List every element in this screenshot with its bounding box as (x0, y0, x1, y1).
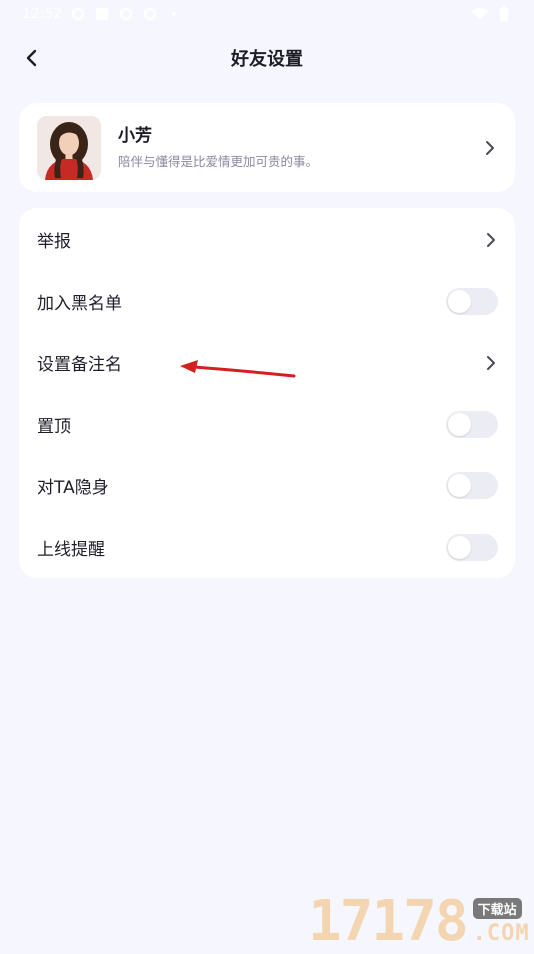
pin-top-label: 置顶 (37, 416, 71, 437)
invisible-toggle[interactable] (446, 472, 498, 500)
settings-list: 举报 加入黑名单 设置备注名 置顶 对TA隐身 上线提醒 (19, 208, 515, 578)
page-title: 好友设置 (231, 49, 303, 70)
pin-top-row: 置顶 (19, 394, 515, 456)
report-row[interactable]: 举报 (19, 209, 515, 271)
watermark-side: 下载站 .COM (472, 898, 530, 946)
back-button[interactable] (18, 44, 46, 72)
app-status-icon (94, 6, 110, 22)
settings-status-icon (70, 6, 86, 22)
battery-icon (496, 6, 512, 22)
profile-name: 小芳 (118, 126, 152, 146)
invisible-label: 对TA隐身 (37, 478, 109, 499)
status-bar: 12:52 (0, 0, 534, 28)
profile-signature: 陪伴与懂得是比爱情更加可贵的事。 (118, 154, 319, 169)
status-right (472, 6, 512, 22)
annotation-arrow-icon (180, 360, 296, 378)
app-header: 好友设置 (0, 36, 534, 80)
avatar (37, 115, 101, 180)
online-reminder-row: 上线提醒 (19, 517, 515, 579)
toggle-knob (448, 474, 471, 498)
blacklist-toggle[interactable] (446, 287, 498, 315)
report-label: 举报 (37, 232, 71, 253)
toggle-knob (448, 535, 471, 559)
toggle-knob (448, 412, 471, 436)
blacklist-row: 加入黑名单 (19, 271, 515, 333)
profile-text: 小芳 陪伴与懂得是比爱情更加可贵的事。 (118, 125, 483, 170)
invisible-row: 对TA隐身 (19, 455, 515, 517)
status-left: 12:52 (22, 6, 182, 22)
pin-top-toggle[interactable] (446, 410, 498, 438)
dot-status-icon (166, 6, 182, 22)
gear-status-icon (118, 6, 134, 22)
chevron-left-icon (26, 49, 37, 67)
watermark-badge: 下载站 (472, 898, 522, 919)
watermark-suffix: .COM (472, 921, 530, 946)
online-reminder-label: 上线提醒 (37, 539, 105, 560)
chevron-right-icon (484, 232, 498, 247)
chevron-right-icon (483, 140, 497, 155)
toggle-knob (448, 289, 471, 313)
watermark-digits: 17178 (308, 889, 469, 954)
blacklist-label: 加入黑名单 (37, 293, 122, 314)
status-time: 12:52 (22, 6, 63, 22)
online-reminder-toggle[interactable] (446, 533, 498, 561)
chevron-right-icon (484, 355, 498, 370)
gear-status-icon-2 (142, 6, 158, 22)
watermark: 17178 下载站 .COM (308, 888, 534, 950)
wifi-icon (472, 6, 488, 22)
profile-card[interactable]: 小芳 陪伴与懂得是比爱情更加可贵的事。 (19, 103, 515, 192)
